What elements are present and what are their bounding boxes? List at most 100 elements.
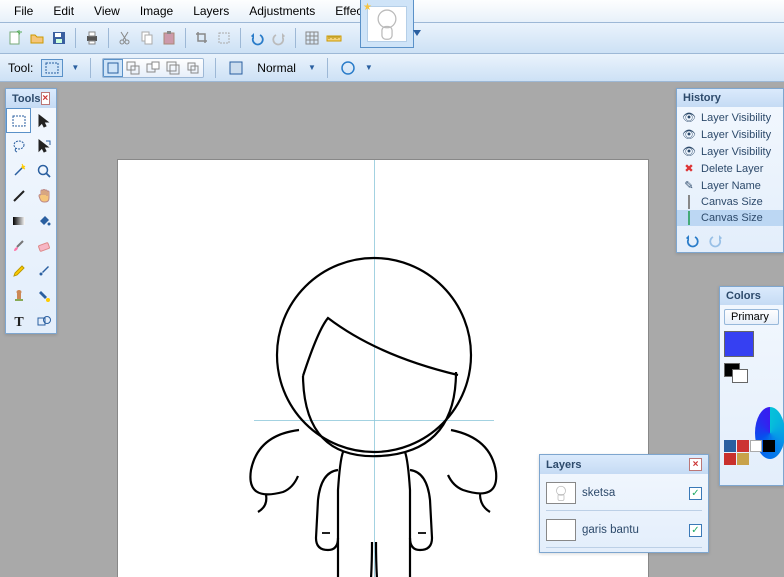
visibility-icon: 👁 bbox=[681, 128, 697, 141]
selmode-add[interactable] bbox=[123, 59, 143, 77]
selmode-int[interactable] bbox=[163, 59, 183, 77]
undo-icon[interactable] bbox=[248, 29, 266, 47]
history-row[interactable]: 👁 Layer Visibility bbox=[677, 109, 783, 126]
tools-panel-title: Tools bbox=[12, 93, 41, 105]
crop-icon[interactable] bbox=[193, 29, 211, 47]
history-row[interactable]: Canvas Size bbox=[677, 210, 783, 226]
tool-hand[interactable] bbox=[31, 183, 56, 208]
dropdown-icon[interactable]: ▼ bbox=[365, 63, 373, 72]
paste-icon[interactable] bbox=[160, 29, 178, 47]
canvas-size-icon bbox=[681, 212, 697, 224]
tool-wand[interactable] bbox=[6, 158, 31, 183]
menu-layers[interactable]: Layers bbox=[183, 1, 239, 21]
menu-image[interactable]: Image bbox=[130, 1, 183, 21]
palette-swatch[interactable] bbox=[737, 440, 749, 452]
delete-icon: ✖ bbox=[681, 162, 697, 175]
tool-bucket[interactable] bbox=[31, 208, 56, 233]
grid-icon[interactable] bbox=[303, 29, 321, 47]
history-undo-icon[interactable] bbox=[683, 231, 701, 249]
visibility-icon: 👁 bbox=[681, 111, 697, 124]
palette bbox=[724, 440, 782, 465]
tools-panel: Tools × bbox=[5, 88, 57, 334]
history-label: Delete Layer bbox=[701, 163, 763, 175]
tool-recolor[interactable] bbox=[31, 283, 56, 308]
tool-gradient[interactable] bbox=[6, 208, 31, 233]
redo-icon[interactable] bbox=[270, 29, 288, 47]
tool-zoom[interactable] bbox=[31, 158, 56, 183]
cut-icon[interactable] bbox=[116, 29, 134, 47]
tool-move-select[interactable] bbox=[31, 108, 56, 133]
open-icon[interactable] bbox=[28, 29, 46, 47]
tool-shape[interactable] bbox=[31, 308, 56, 333]
ruler-icon[interactable] bbox=[325, 29, 343, 47]
history-panel: History 👁Layer Visibility 👁Layer Visibil… bbox=[676, 88, 784, 253]
document-tab[interactable]: ★ bbox=[360, 0, 414, 48]
colors-panel: Colors Primary bbox=[719, 286, 784, 486]
copy-icon[interactable] bbox=[138, 29, 156, 47]
history-row[interactable]: ✖ Delete Layer bbox=[677, 160, 783, 177]
tool-pencil-hard[interactable] bbox=[6, 183, 31, 208]
selection-mode-group bbox=[102, 58, 204, 78]
tool-eyedropper[interactable] bbox=[31, 258, 56, 283]
flood-mode-icon[interactable] bbox=[227, 59, 245, 77]
palette-swatch[interactable] bbox=[750, 440, 762, 452]
history-row[interactable]: 👁 Layer Visibility bbox=[677, 143, 783, 160]
palette-swatch[interactable] bbox=[763, 440, 775, 452]
layer-name: sketsa bbox=[582, 487, 683, 499]
tool-label: Tool: bbox=[8, 61, 33, 75]
layers-panel: Layers × sketsa ✓ garis bantu ✓ bbox=[539, 454, 709, 553]
tool-text[interactable] bbox=[6, 308, 31, 333]
palette-swatch[interactable] bbox=[737, 453, 749, 465]
close-icon[interactable]: × bbox=[689, 458, 702, 471]
tool-brush[interactable] bbox=[6, 233, 31, 258]
palette-swatch[interactable] bbox=[724, 453, 736, 465]
history-label: Layer Name bbox=[701, 180, 761, 192]
save-icon[interactable] bbox=[50, 29, 68, 47]
new-icon[interactable] bbox=[6, 29, 24, 47]
history-label: Layer Visibility bbox=[701, 129, 771, 141]
selmode-xor[interactable] bbox=[183, 59, 203, 77]
antialias-icon[interactable] bbox=[339, 59, 357, 77]
layer-row[interactable]: garis bantu ✓ bbox=[546, 517, 702, 548]
layer-row[interactable]: sketsa ✓ bbox=[546, 480, 702, 511]
tool-pencil[interactable] bbox=[6, 258, 31, 283]
current-tool-icon[interactable] bbox=[41, 59, 63, 77]
bw-swatches[interactable] bbox=[724, 363, 750, 385]
layer-name: garis bantu bbox=[582, 524, 683, 536]
layer-visible-checkbox[interactable]: ✓ bbox=[689, 524, 702, 537]
palette-swatch[interactable] bbox=[724, 440, 736, 452]
primary-color-button[interactable]: Primary bbox=[724, 309, 779, 325]
colors-title: Colors bbox=[726, 290, 761, 302]
history-label: Canvas Size bbox=[701, 196, 763, 208]
canvas-size-icon bbox=[681, 196, 697, 208]
print-icon[interactable] bbox=[83, 29, 101, 47]
menu-edit[interactable]: Edit bbox=[43, 1, 84, 21]
history-row[interactable]: 👁 Layer Visibility bbox=[677, 126, 783, 143]
blend-mode-dropdown[interactable]: Normal bbox=[253, 61, 300, 75]
deselect-icon[interactable] bbox=[215, 29, 233, 47]
menu-adjustments[interactable]: Adjustments bbox=[239, 1, 325, 21]
selmode-replace[interactable] bbox=[103, 59, 123, 77]
tool-stamp[interactable] bbox=[6, 283, 31, 308]
layer-thumb bbox=[546, 482, 576, 504]
selmode-sub[interactable] bbox=[143, 59, 163, 77]
layers-title: Layers bbox=[546, 459, 581, 471]
history-row[interactable]: Canvas Size bbox=[677, 194, 783, 210]
history-label: Layer Visibility bbox=[701, 146, 771, 158]
unsaved-star-icon: ★ bbox=[363, 2, 372, 13]
visibility-icon: 👁 bbox=[681, 145, 697, 158]
menu-view[interactable]: View bbox=[84, 1, 130, 21]
history-redo-icon[interactable] bbox=[707, 231, 725, 249]
primary-swatch[interactable] bbox=[724, 331, 754, 357]
tool-eraser[interactable] bbox=[31, 233, 56, 258]
tool-dropdown-icon[interactable]: ▼ bbox=[71, 63, 79, 72]
tool-lasso[interactable] bbox=[6, 133, 31, 158]
tool-move[interactable] bbox=[31, 133, 56, 158]
menu-file[interactable]: File bbox=[4, 1, 43, 21]
history-label: Layer Visibility bbox=[701, 112, 771, 124]
layer-visible-checkbox[interactable]: ✓ bbox=[689, 487, 702, 500]
tool-rect-select[interactable] bbox=[6, 108, 31, 133]
history-row[interactable]: ✎Layer Name bbox=[677, 177, 783, 194]
dropdown-icon[interactable]: ▼ bbox=[308, 63, 316, 72]
close-icon[interactable]: × bbox=[41, 92, 50, 105]
